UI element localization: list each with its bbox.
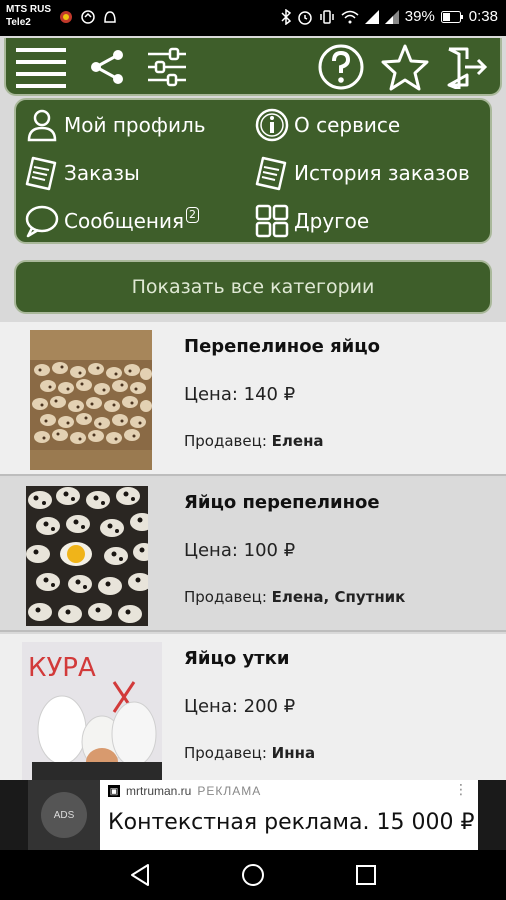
alarm-icon [298,10,312,25]
history-receipt-icon [252,153,292,193]
more-options-icon[interactable]: ⋮ [454,782,468,798]
back-icon [131,864,149,886]
ad-domain: mrtruman.ru [126,784,192,798]
menu-label-profile: Мой профиль [64,113,206,137]
notification-icons [58,9,118,25]
star-icon [381,44,429,91]
grid-icon [252,201,292,241]
vibrate-icon [320,9,334,24]
menu-item-orders[interactable]: Заказы [22,153,140,193]
help-icon [318,44,364,90]
photo-handwriting: КУРА [28,653,96,683]
menu-label-messages: Сообщения [64,209,185,233]
system-nav-bar [0,850,506,900]
recents-button[interactable] [346,860,386,890]
product-photo [26,486,148,626]
product-list: Перепелиное яйцо Цена: 140 ₽ Продавец: Е… [0,322,506,780]
carrier-name: MTS RUS [6,4,51,15]
carrier-name-2: Tele2 [6,17,31,28]
toolbar-panel [4,38,502,96]
ad-label: РЕКЛАМА [197,784,262,798]
product-photo [30,330,152,470]
share-button[interactable] [82,44,132,90]
show-categories-button[interactable]: Показать все категории [14,260,492,314]
app-toolbar [0,36,506,96]
product-seller: Продавец: Елена [184,432,324,450]
user-icon [22,105,62,145]
main-menu: Мой профиль О сервисе Заказы История зак… [14,98,492,244]
product-item[interactable]: Яйцо перепелиное Цена: 100 ₽ Продавец: Е… [0,478,506,632]
product-price: Цена: 200 ₽ [184,696,296,717]
site-favicon-icon: ▣ [108,785,120,797]
ad-card[interactable]: ▣ mrtruman.ru РЕКЛАМА ⋮ Контекстная рекл… [100,780,478,850]
product-seller: Продавец: Инна [184,744,315,762]
share-icon [91,50,123,84]
menu-button[interactable] [14,44,68,90]
exit-button[interactable] [442,44,492,90]
seller-name: Инна [271,744,316,762]
status-icons: 39% 0:38 [281,8,498,25]
seller-label: Продавец: [184,432,272,450]
home-icon [242,864,264,886]
menu-item-messages[interactable]: Сообщения 2 [22,201,200,241]
product-title: Перепелиное яйцо [184,336,380,357]
signal-icon-2 [384,9,399,24]
sync-icon [81,10,95,24]
status-bar: MTS RUS Tele2 39% 0:38 [0,0,506,36]
battery-percent: 39% [404,8,435,25]
seller-label: Продавец: [184,588,272,606]
seller-label: Продавец: [184,744,272,762]
filter-button[interactable] [142,44,192,90]
product-photo: КУРА [22,642,162,780]
menu-label-orders: Заказы [64,161,140,185]
ads-badge: ADS [41,792,87,838]
menu-item-profile[interactable]: Мой профиль [22,105,206,145]
menu-label-about: О сервисе [294,113,401,137]
product-title: Яйцо утки [184,648,290,669]
menu-label-other: Другое [294,209,370,233]
clock: 0:38 [468,8,498,25]
menu-item-other[interactable]: Другое [252,201,369,241]
chat-bubble-icon [22,201,62,241]
ad-header: ▣ mrtruman.ru РЕКЛАМА [108,784,261,798]
ad-badge-area: ADS [28,780,100,850]
menu-item-history[interactable]: История заказов [252,153,470,193]
filter-icon [148,47,186,87]
signal-icon [364,9,379,24]
product-item[interactable]: Перепелиное яйцо Цена: 140 ₽ Продавец: Е… [0,322,506,476]
menu-item-about[interactable]: О сервисе [252,105,400,145]
favorites-button[interactable] [380,44,430,91]
app-notification-icon [60,11,72,23]
product-price: Цена: 140 ₽ [184,384,296,405]
recents-icon [356,865,376,885]
home-button[interactable] [233,860,273,890]
receipt-icon [22,153,62,193]
seller-name: Елена, Спутник [271,588,406,606]
seller-name: Елена [271,432,324,450]
ad-banner[interactable]: ADS ▣ mrtruman.ru РЕКЛАМА ⋮ Контекстная … [0,780,506,850]
product-seller: Продавец: Елена, Спутник [184,588,405,606]
back-button[interactable] [120,860,160,890]
info-icon [252,105,292,145]
product-item[interactable]: КУРА Яйцо утки Цена: 200 ₽ Продавец: Инн… [0,634,506,780]
bluetooth-icon [281,8,291,25]
unread-count-badge: 2 [186,207,200,223]
menu-icon [16,48,66,88]
app-icon [104,11,116,23]
carrier-info: MTS RUS Tele2 [6,3,51,29]
menu-label-history: История заказов [294,161,470,185]
help-button[interactable] [316,44,366,90]
product-price: Цена: 100 ₽ [184,540,296,561]
ad-headline: Контекстная реклама. 15 000 ₽ [108,810,475,835]
product-title: Яйцо перепелиное [184,492,380,513]
exit-icon [447,47,488,89]
battery-icon [440,10,463,23]
wifi-icon [341,10,359,23]
